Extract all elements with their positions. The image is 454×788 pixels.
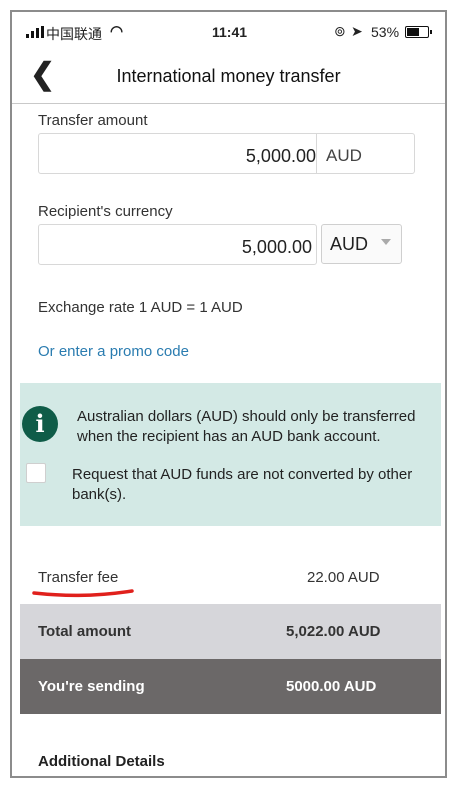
sending-amount-row: You're sending 5000.00 AUD bbox=[20, 659, 441, 714]
red-underline-annotation bbox=[32, 589, 134, 598]
recipient-amount-input[interactable]: 5,000.00 bbox=[38, 224, 317, 265]
carrier-name: 中国联通 bbox=[46, 26, 102, 42]
currency-divider bbox=[316, 134, 317, 173]
no-conversion-checkbox[interactable] bbox=[26, 463, 46, 483]
phone-screen: 中国联通 ◠ 11:41 ⊚ ➤ 53% ❮ International mon… bbox=[10, 10, 447, 778]
recipient-currency-select[interactable]: AUD bbox=[321, 224, 402, 264]
aud-notice-panel: i Australian dollars (AUD) should only b… bbox=[20, 383, 441, 526]
status-bar: 中国联通 ◠ 11:41 ⊚ ➤ 53% bbox=[12, 12, 445, 52]
transfer-amount-value: 5,000.00 bbox=[245, 146, 316, 166]
page-title: International money transfer bbox=[116, 66, 341, 86]
nav-bar: ❮ International money transfer bbox=[12, 52, 445, 104]
wifi-icon: ◠ bbox=[110, 23, 124, 40]
transfer-amount-label: Transfer amount bbox=[38, 112, 148, 129]
sending-amount-value: 5000.00 AUD bbox=[286, 678, 377, 695]
chevron-down-icon bbox=[381, 239, 391, 245]
battery-percentage: 53% bbox=[371, 24, 400, 40]
clock: 11:41 bbox=[212, 24, 248, 40]
aud-notice-message: Australian dollars (AUD) should only be … bbox=[77, 408, 416, 445]
recipient-currency-value: AUD bbox=[330, 234, 369, 254]
total-amount-value: 5,022.00 AUD bbox=[286, 623, 381, 640]
transfer-amount-currency: AUD bbox=[326, 146, 362, 165]
recipient-currency-label: Recipient's currency bbox=[38, 203, 173, 220]
orientation-lock-icon: ⊚ bbox=[334, 23, 346, 39]
transfer-amount-input[interactable]: 5,000.00 AUD bbox=[38, 133, 415, 174]
additional-details-heading: Additional Details bbox=[38, 753, 165, 770]
total-amount-label: Total amount bbox=[38, 623, 132, 640]
sending-amount-label: You're sending bbox=[38, 678, 145, 695]
promo-code-link[interactable]: Or enter a promo code bbox=[38, 343, 189, 360]
exchange-rate: Exchange rate 1 AUD = 1 AUD bbox=[38, 299, 243, 316]
no-conversion-checkbox-label[interactable]: Request that AUD funds are not converted… bbox=[72, 465, 437, 505]
recipient-amount-value: 5,000.00 bbox=[241, 237, 312, 257]
transfer-fee-value: 22.00 AUD bbox=[307, 569, 380, 586]
signal-icon bbox=[26, 26, 44, 38]
info-icon: i bbox=[22, 406, 58, 442]
battery-icon bbox=[405, 26, 432, 38]
total-amount-row: Total amount 5,022.00 AUD bbox=[20, 604, 441, 659]
location-arrow-icon: ➤ bbox=[351, 23, 363, 39]
